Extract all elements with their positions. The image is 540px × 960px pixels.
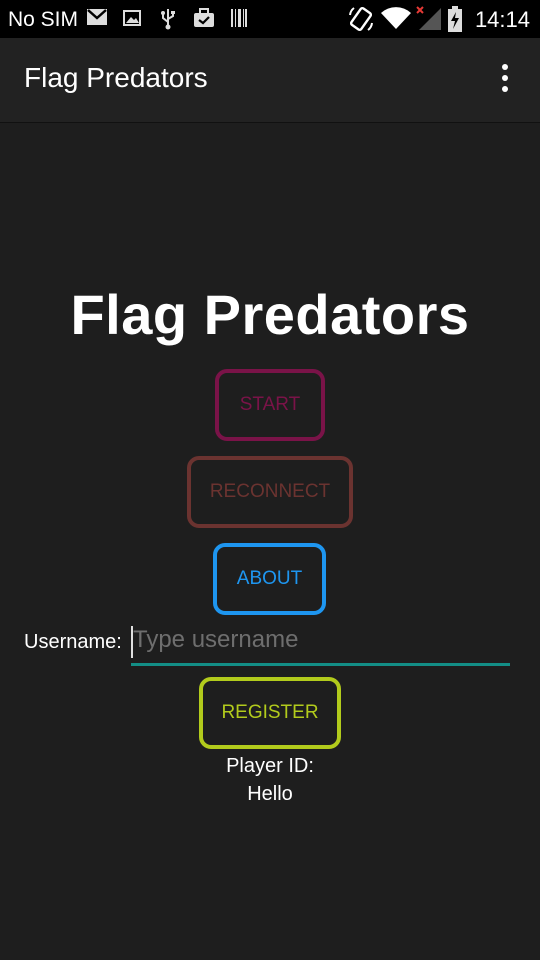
reconnect-button[interactable]: RECONNECT <box>187 456 353 528</box>
rotate-icon <box>349 6 373 32</box>
app-screen: No SIM 14:14 Flag Predators Flag Predato… <box>0 0 540 960</box>
about-button[interactable]: ABOUT <box>213 543 326 615</box>
page-title: Flag Predators <box>70 283 470 346</box>
username-label: Username: <box>24 631 122 653</box>
image-icon <box>123 10 141 26</box>
usb-icon <box>161 9 175 30</box>
register-button[interactable]: REGISTER <box>199 677 341 749</box>
gmail-icon <box>87 9 107 25</box>
username-input[interactable] <box>131 622 510 666</box>
player-id-label: Player ID: <box>226 755 314 777</box>
battery-charging-icon <box>448 6 462 32</box>
wifi-icon <box>381 7 411 29</box>
action-bar: Flag Predators <box>0 38 540 123</box>
briefcase-check-icon <box>194 8 214 27</box>
clock: 14:14 <box>474 7 530 32</box>
text-cursor <box>131 626 133 658</box>
more-vertical-icon[interactable] <box>490 64 520 96</box>
start-button[interactable]: START <box>215 369 325 441</box>
carrier-label: No SIM <box>8 8 79 31</box>
barcode-icon <box>231 9 247 27</box>
signal-icon <box>416 6 441 30</box>
player-id-value: Hello <box>247 783 293 805</box>
app-title: Flag Predators <box>24 62 208 93</box>
status-bar: No SIM 14:14 <box>0 0 540 38</box>
